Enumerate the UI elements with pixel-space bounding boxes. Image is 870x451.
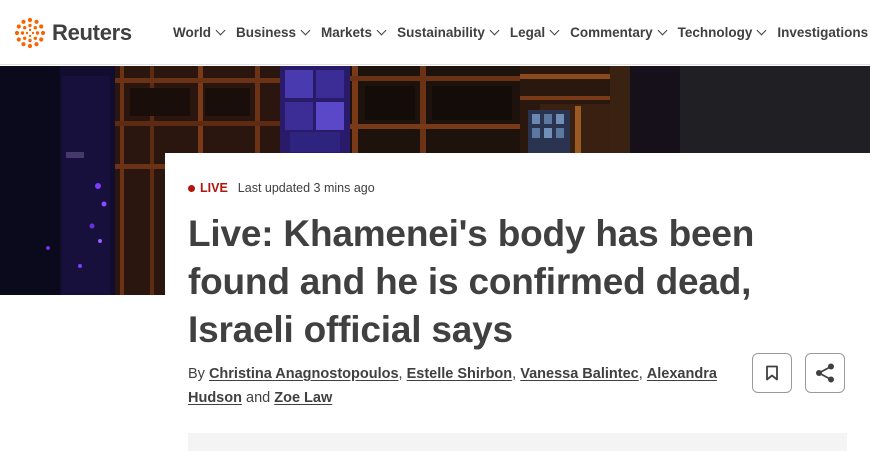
bookmark-icon	[766, 365, 778, 381]
byline-separator: ,	[638, 366, 643, 382]
reuters-logo[interactable]: Reuters	[14, 17, 132, 49]
site-header: Reuters World Business Markets Sustainab…	[0, 0, 870, 65]
chevron-down-icon	[657, 25, 668, 36]
nav-item-label: World	[173, 25, 211, 40]
live-badge: LIVE	[200, 181, 228, 195]
nav-item-investigations[interactable]: Investigations	[777, 25, 868, 40]
live-feed-panel	[188, 433, 847, 451]
author-link[interactable]: Vanessa Balintec	[520, 366, 639, 382]
byline-separator: ,	[398, 366, 403, 382]
nav-item-world[interactable]: World	[173, 25, 226, 40]
article-headline: Live: Khamenei's body has been found and…	[188, 213, 755, 350]
author-link[interactable]: Estelle Shirbon	[407, 366, 513, 382]
bookmark-button[interactable]	[752, 353, 792, 393]
chevron-down-icon	[376, 25, 387, 36]
nav-item-label: Legal	[509, 25, 546, 40]
chevron-down-icon	[549, 25, 560, 36]
reuters-logo-icon	[14, 17, 46, 49]
chevron-down-icon	[215, 25, 226, 36]
nav-item-markets[interactable]: Markets	[321, 25, 387, 40]
chevron-down-icon	[489, 25, 500, 36]
chevron-down-icon	[300, 25, 311, 36]
nav-item-label: Commentary	[570, 25, 653, 40]
author-link[interactable]: Christina Anagnostopoulos	[209, 366, 399, 382]
byline: By Christina Anagnostopoulos, Estelle Sh…	[188, 362, 728, 410]
share-icon	[816, 363, 834, 383]
live-status: LIVE Last updated 3 mins ago	[188, 181, 375, 195]
nav-item-label: Business	[236, 25, 297, 40]
byline-prefix: By	[188, 366, 205, 382]
nav-item-label: Sustainability	[397, 25, 485, 40]
nav-item-sustainability[interactable]: Sustainability	[397, 25, 500, 40]
chevron-down-icon	[756, 25, 767, 36]
main-nav: World Business Markets Sustainability Le…	[173, 0, 870, 65]
live-dot-icon	[188, 184, 195, 192]
logo-text: Reuters	[52, 20, 132, 45]
nav-item-legal[interactable]: Legal	[509, 25, 560, 40]
author-link[interactable]: Zoe Law	[274, 390, 332, 406]
last-updated: Last updated 3 mins ago	[237, 181, 375, 195]
byline-separator: ,	[512, 366, 517, 382]
nav-item-commentary[interactable]: Commentary	[570, 25, 668, 40]
byline-separator: and	[246, 390, 271, 406]
nav-item-label: Markets	[321, 25, 373, 40]
nav-item-label: Technology	[677, 25, 753, 40]
nav-item-label: Investigations	[777, 25, 869, 40]
nav-item-business[interactable]: Business	[236, 25, 311, 40]
share-button[interactable]	[805, 353, 845, 393]
nav-item-technology[interactable]: Technology	[677, 25, 767, 40]
